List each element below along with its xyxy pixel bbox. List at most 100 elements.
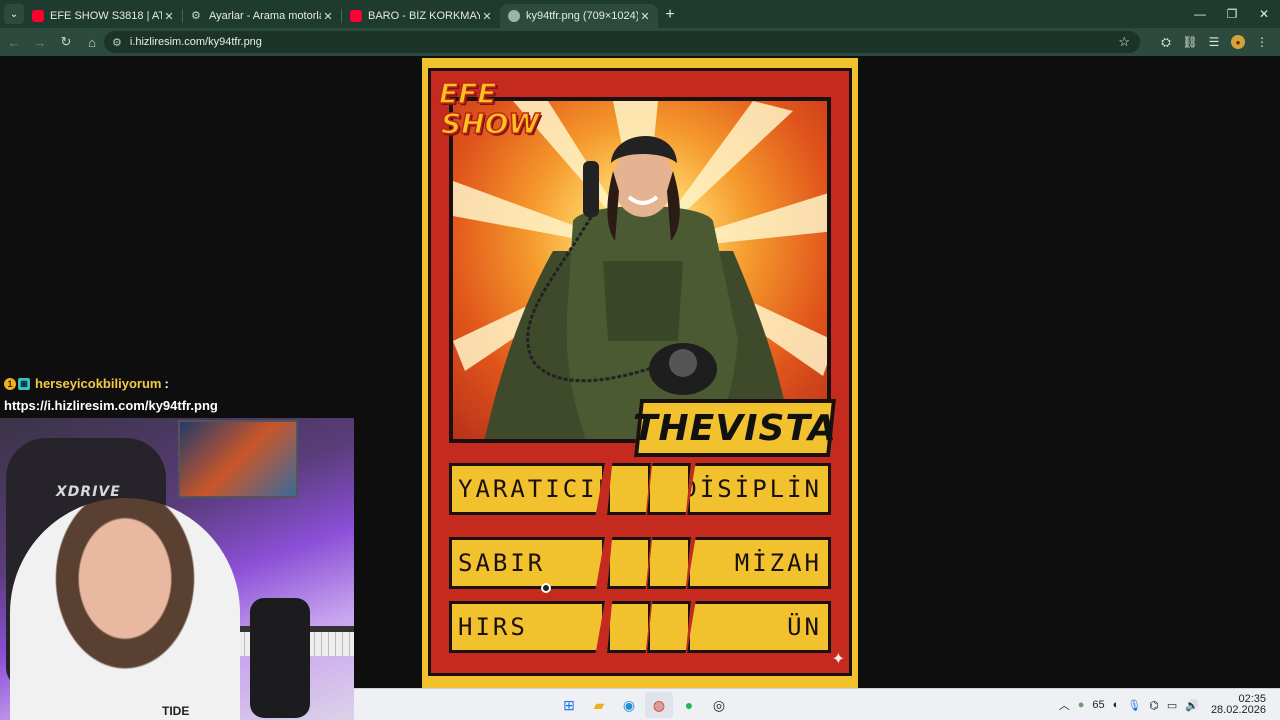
- player-card-image: EFE SHOW THEVISTA YARATICILIK DİSİPLİN S…: [422, 58, 858, 688]
- browser-tab[interactable]: EFE SHOW S3818 | ATABERK DO ✕: [24, 4, 182, 28]
- stat-row: SABIR MİZAH: [449, 537, 831, 593]
- stat-label: ÜN: [787, 613, 822, 641]
- profile-avatar-icon[interactable]: ●: [1231, 35, 1245, 49]
- file-explorer-icon[interactable]: ▰: [585, 692, 613, 718]
- link-icon[interactable]: ⛓: [1178, 30, 1202, 54]
- stat-left-box: YARATICILIK: [449, 463, 605, 515]
- logo-line-2: SHOW: [440, 107, 540, 140]
- tab-title: BARO - BİZ KORKMAYIZ [EURO: [368, 10, 480, 22]
- bookmark-star-icon[interactable]: ☆: [1118, 34, 1130, 50]
- toolbar-actions: ⛭ ⛓ ☰ ● ⋮: [1154, 30, 1274, 54]
- stat-label: SABIR: [458, 549, 546, 577]
- window-controls: — ❐ ✕: [1184, 0, 1280, 28]
- youtube-icon: [350, 10, 362, 22]
- browser-tab-bar: ⌄ EFE SHOW S3818 | ATABERK DO ✕ ⚙ Ayarla…: [0, 0, 1280, 28]
- restore-icon[interactable]: ❐: [1216, 0, 1248, 28]
- stat-label: DİSİPLİN: [682, 475, 822, 503]
- minimize-icon[interactable]: —: [1184, 0, 1216, 28]
- obs-icon[interactable]: ◎: [705, 692, 733, 718]
- clock[interactable]: 02:35 28.02.2026: [1207, 694, 1270, 716]
- chrome-icon[interactable]: ◍: [645, 692, 673, 718]
- close-tab-icon[interactable]: ✕: [480, 10, 494, 23]
- stat-row: HIRS ÜN: [449, 601, 831, 657]
- more-menu-icon[interactable]: ⋮: [1250, 30, 1274, 54]
- webcam-overlay: XDRIVE TIDE: [0, 418, 354, 720]
- stat-value-box: [647, 601, 691, 653]
- stat-value-box: [607, 537, 651, 589]
- tab-title: Ayarlar - Arama motorlarını ve: [209, 10, 321, 22]
- volume-icon[interactable]: 🔊: [1185, 699, 1199, 712]
- steam-icon[interactable]: ◐: [1113, 699, 1120, 711]
- tray-number: 65: [1092, 699, 1105, 711]
- browser-tab-active[interactable]: ky94tfr.png (709×1024) ✕: [500, 4, 658, 28]
- subscriber-badge-icon: 1: [4, 377, 16, 390]
- sparkle-icon: ✦: [831, 651, 845, 668]
- stat-value-box: [607, 463, 651, 515]
- forward-arrow-icon[interactable]: →: [28, 30, 52, 54]
- home-icon[interactable]: ⌂: [80, 30, 104, 54]
- gear-icon: ⚙: [191, 10, 201, 22]
- stat-right-box: ÜN: [687, 601, 831, 653]
- shirt-text: TIDE: [162, 704, 190, 718]
- logo-line-1: EFE: [438, 77, 497, 110]
- streamer: [10, 498, 240, 720]
- mouse-cursor-icon: [541, 583, 551, 593]
- url-text: i.hizliresim.com/ky94tfr.png: [129, 36, 262, 48]
- network-icon[interactable]: ⌬: [1149, 699, 1159, 712]
- globe-icon: [508, 10, 520, 22]
- windows-start-icon[interactable]: ⊞: [555, 692, 583, 718]
- spotify-icon[interactable]: ●: [675, 692, 703, 718]
- reload-icon[interactable]: ↻: [54, 30, 78, 54]
- chat-header: 1 ▦ herseyicokbiliyorum :: [4, 376, 344, 391]
- chat-overlay: 1 ▦ herseyicokbiliyorum : https://i.hizl…: [4, 376, 344, 413]
- chat-colon: :: [164, 376, 169, 391]
- edge-icon[interactable]: ◉: [615, 692, 643, 718]
- browser-tab[interactable]: ⚙ Ayarlar - Arama motorlarını ve ✕: [183, 4, 341, 28]
- extensions-icon[interactable]: ⛭: [1154, 30, 1178, 54]
- taskbar-apps: ⊞ ▰ ◉ ◍ ● ◎: [554, 692, 734, 718]
- close-window-icon[interactable]: ✕: [1248, 0, 1280, 28]
- address-bar[interactable]: ⚙ i.hizliresim.com/ky94tfr.png ☆: [104, 31, 1140, 53]
- reading-list-icon[interactable]: ☰: [1202, 30, 1226, 54]
- screen: ⌄ EFE SHOW S3818 | ATABERK DO ✕ ⚙ Ayarla…: [0, 0, 1280, 720]
- close-tab-icon[interactable]: ✕: [321, 10, 335, 23]
- tab-title: EFE SHOW S3818 | ATABERK DO: [50, 10, 162, 22]
- chat-username: herseyicokbiliyorum: [35, 376, 162, 391]
- chat-badge-icon: ▦: [18, 377, 30, 390]
- stat-right-box: MİZAH: [687, 537, 831, 589]
- system-tray: ︿ ● 65 ◐ 🎙 ⌬ ▭ 🔊 02:35 28.02.2026: [1055, 689, 1274, 720]
- player-name-banner: THEVISTA: [632, 399, 838, 457]
- back-arrow-icon[interactable]: ←: [2, 30, 26, 54]
- stat-row: YARATICILIK DİSİPLİN: [449, 463, 831, 519]
- microphone: [250, 598, 310, 718]
- microphone-icon[interactable]: 🎙: [1127, 699, 1141, 712]
- close-tab-icon[interactable]: ✕: [162, 10, 176, 23]
- browser-tab[interactable]: BARO - BİZ KORKMAYIZ [EURO ✕: [342, 4, 500, 28]
- stat-right-box: DİSİPLİN: [687, 463, 831, 515]
- player-name: THEVISTA: [632, 407, 838, 449]
- stat-value-box: [647, 537, 691, 589]
- close-tab-icon[interactable]: ✕: [638, 10, 652, 23]
- display-icon[interactable]: ▭: [1167, 699, 1177, 712]
- wall-painting: [178, 420, 298, 498]
- card-panel: EFE SHOW THEVISTA YARATICILIK DİSİPLİN S…: [428, 68, 852, 676]
- youtube-icon: [32, 10, 44, 22]
- efe-show-logo: EFE SHOW: [438, 77, 543, 155]
- tray-app-icon[interactable]: ●: [1078, 699, 1085, 711]
- chat-message: https://i.hizliresim.com/ky94tfr.png: [4, 398, 218, 413]
- stat-value-box: [607, 601, 651, 653]
- stat-left-box: HIRS: [449, 601, 605, 653]
- tab-search-button[interactable]: ⌄: [4, 4, 24, 24]
- stat-left-box: SABIR: [449, 537, 605, 589]
- clock-date: 28.02.2026: [1210, 704, 1266, 716]
- tab-title: ky94tfr.png (709×1024): [526, 10, 638, 22]
- site-info-icon[interactable]: ⚙: [112, 36, 122, 49]
- tray-chevron-icon[interactable]: ︿: [1059, 697, 1070, 713]
- new-tab-button[interactable]: +: [658, 6, 682, 24]
- chair-brand: XDRIVE: [56, 484, 121, 500]
- windows-taskbar: ⊞ ▰ ◉ ◍ ● ◎ ︿ ● 65 ◐ 🎙 ⌬ ▭ 🔊 02:35 28.02…: [354, 688, 1280, 720]
- stat-value-box: [647, 463, 691, 515]
- browser-toolbar: ← → ↻ ⌂ ⚙ i.hizliresim.com/ky94tfr.png ☆…: [0, 28, 1280, 56]
- stat-label: MİZAH: [734, 549, 822, 577]
- stat-label: HIRS: [458, 613, 528, 641]
